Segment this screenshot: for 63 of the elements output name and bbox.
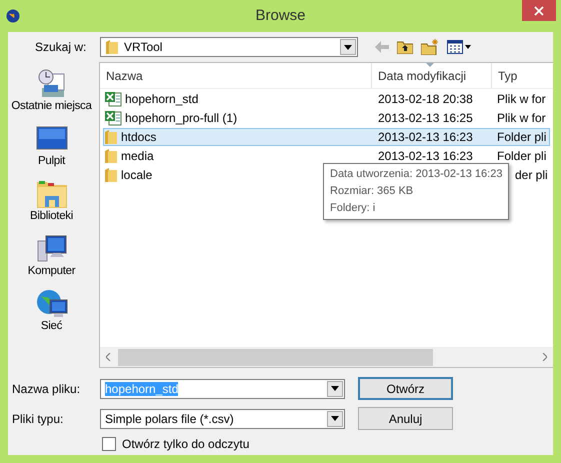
cancel-button[interactable]: Anuluj: [358, 407, 453, 430]
sidebar-item[interactable]: Pulpit: [8, 123, 94, 175]
look-in-label: Szukaj w:: [35, 40, 88, 54]
spreadsheet-icon: [104, 110, 122, 126]
file-name[interactable]: locale: [121, 168, 152, 182]
spreadsheet-icon: [104, 91, 122, 107]
sidebar-item[interactable]: Biblioteki: [8, 178, 94, 230]
caret-icon: [344, 44, 352, 50]
view-menu-icon[interactable]: [447, 40, 471, 54]
open-button[interactable]: Otwórz: [358, 377, 453, 400]
scroll-left-icon[interactable]: [106, 353, 111, 361]
file-name[interactable]: hopehorn_pro-full (1): [125, 111, 238, 125]
libraries-icon: [36, 178, 68, 210]
file-type-dropdown[interactable]: Simple polars file (*.csv): [100, 408, 345, 428]
dropdown-button[interactable]: [327, 410, 343, 426]
window-title: Browse: [255, 7, 306, 24]
checkbox[interactable]: [102, 437, 116, 451]
up-folder-icon[interactable]: [397, 40, 413, 54]
close-button[interactable]: [522, 0, 556, 21]
file-name[interactable]: hopehorn_std: [125, 92, 198, 106]
column-header[interactable]: Nazwa: [100, 63, 372, 88]
dropdown-button[interactable]: [340, 39, 356, 55]
new-folder-icon[interactable]: [421, 39, 439, 55]
file-date: 2013-02-13 16:23: [378, 130, 473, 144]
sidebar-item[interactable]: Ostatnie miejsca: [8, 68, 94, 120]
file-type: Plik w for: [497, 92, 546, 106]
tooltip-line: Rozmiar: 365 KB: [330, 184, 414, 199]
folder-icon: [104, 129, 118, 145]
folder-icon: [104, 167, 118, 183]
globe-icon: [6, 9, 20, 23]
caret-icon: [331, 416, 339, 421]
folder-icon: [105, 39, 119, 55]
file-type: Folder pli: [497, 130, 546, 144]
caret-icon: [331, 386, 339, 391]
file-date: 2013-02-18 20:38: [378, 92, 473, 106]
horizontal-scrollbar[interactable]: [100, 347, 553, 367]
file-type-value: Simple polars file (*.csv): [105, 412, 234, 426]
look-in-value: VRTool: [124, 40, 162, 54]
scroll-right-icon[interactable]: [542, 353, 547, 361]
file-name[interactable]: htdocs: [121, 130, 156, 144]
sort-arrow-icon: [426, 63, 434, 67]
tooltip-line: Foldery: i: [330, 201, 376, 216]
file-type-label: Pliki typu:: [11, 412, 64, 426]
read-only-label: Otwórz tylko do odczytu: [122, 437, 250, 451]
file-name-label: Nazwa pliku:: [11, 382, 82, 396]
sidebar-item[interactable]: Sieć: [8, 288, 94, 340]
file-date: 2013-02-13 16:23: [378, 149, 473, 163]
network-icon: [36, 288, 68, 320]
file-type: Plik w for: [497, 111, 546, 125]
look-in-dropdown[interactable]: VRTool: [100, 37, 358, 57]
tooltip-line: Data utworzenia: 2013-02-13 16:23: [330, 167, 502, 182]
file-date: 2013-02-13 16:25: [378, 111, 473, 125]
sidebar-item[interactable]: Komputer: [8, 233, 94, 285]
recent-places-icon: [36, 68, 68, 100]
file-type: Folder pli: [497, 149, 546, 163]
file-name-value: hopehorn_std: [105, 382, 178, 396]
dropdown-button[interactable]: [327, 380, 343, 396]
column-header[interactable]: Typ: [492, 63, 553, 88]
column-header[interactable]: Data modyfikacji: [372, 63, 492, 88]
file-name[interactable]: media: [121, 149, 154, 163]
folder-icon: [104, 148, 118, 164]
close-icon: [534, 6, 544, 16]
file-type: der pli: [515, 168, 548, 182]
